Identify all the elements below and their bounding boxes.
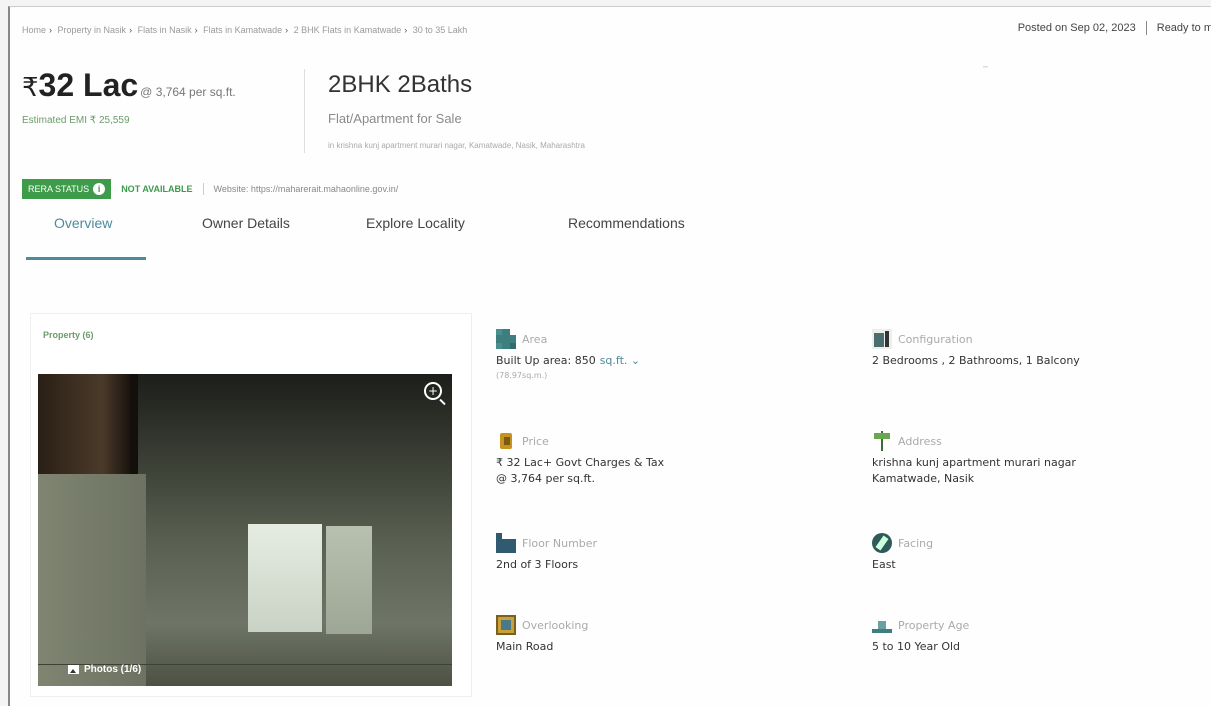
address-line-1: krishna kunj apartment murari nagar	[872, 456, 1076, 469]
rera-status-row: RERA STATUS i NOT AVAILABLE Website: htt…	[22, 179, 398, 199]
detail-value: Main Road	[496, 640, 554, 653]
breadcrumb-item[interactable]: Flats in Kamatwade	[203, 25, 282, 35]
detail-value: ₹ 32 Lac+ Govt Charges & Tax @ 3,764 per …	[496, 455, 664, 487]
floor-icon	[496, 533, 516, 553]
rera-divider	[202, 183, 204, 195]
price-per-sqft-detail: @ 3,764 per sq.ft.	[496, 472, 595, 485]
tab-recommendations[interactable]: Recommendations	[568, 215, 685, 231]
detail-floor: Floor Number 2nd of 3 Floors	[496, 533, 597, 573]
breadcrumb-item[interactable]: 2 BHK Flats in Kamatwade	[294, 25, 402, 35]
zoom-in-icon[interactable]: +	[424, 382, 442, 400]
breadcrumb: Home › Property in Nasik › Flats in Nasik ›…	[22, 25, 468, 35]
breadcrumb-item[interactable]: 30 to 35 Lakh	[413, 25, 468, 35]
detail-property-age: Property Age 5 to 10 Year Old	[872, 615, 969, 655]
detail-label: Property Age	[898, 618, 970, 632]
price-value: ₹32 Lac	[22, 67, 138, 103]
detail-label: Area	[522, 332, 548, 346]
compass-icon	[872, 533, 892, 553]
property-photo[interactable]: + Photos (1/6)	[38, 374, 452, 686]
detail-value: 2 Bedrooms , 2 Bathrooms, 1 Balcony	[872, 354, 1080, 367]
breadcrumb-item[interactable]: Property in Nasik	[58, 25, 127, 35]
detail-value: krishna kunj apartment murari nagar Kamat…	[872, 455, 1076, 487]
posted-date: Posted on Sep 02, 2023	[1017, 21, 1136, 34]
rera-label: RERA STATUS	[28, 184, 90, 194]
tab-overview[interactable]: Overview	[54, 215, 112, 231]
detail-label: Price	[522, 434, 549, 448]
price-amount: 32 Lac	[38, 67, 139, 103]
photos-count: Photos (1/6)	[84, 664, 142, 675]
photos-count-badge[interactable]: Photos (1/6)	[68, 664, 141, 675]
price-icon	[496, 431, 516, 451]
property-subtitle: Flat/Apartment for Sale	[328, 111, 462, 126]
photo-door	[38, 374, 130, 474]
breadcrumb-item[interactable]: Home	[22, 25, 46, 35]
header-divider	[304, 69, 305, 153]
detail-address: Address krishna kunj apartment murari na…	[872, 431, 1076, 487]
posted-info: Posted on Sep 02, 2023 Ready to m	[1018, 21, 1211, 35]
property-page: - Home › Property in Nasik › Flats in Nasi…	[8, 6, 1211, 706]
unit-selector[interactable]: sq.ft. ⌄	[600, 354, 640, 367]
photo-icon	[68, 665, 79, 674]
gallery-label: Property (6)	[43, 330, 94, 340]
address-line-2: Kamatwade, Nasik	[872, 472, 975, 485]
building-age-icon	[872, 615, 892, 635]
emi-estimate[interactable]: Estimated EMI ₹ 25,559	[22, 115, 130, 126]
configuration-icon	[872, 329, 892, 349]
chevron-down-icon: ⌄	[630, 354, 641, 367]
photo-doorjamb	[130, 374, 138, 474]
property-title: 2BHK 2Baths	[328, 71, 473, 98]
detail-value: East	[872, 558, 896, 571]
detail-price: Price ₹ 32 Lac+ Govt Charges & Tax @ 3,76…	[496, 431, 664, 487]
price-per-sqft: @ 3,764 per sq.ft.	[140, 85, 236, 99]
window-icon	[496, 615, 516, 635]
detail-subvalue: (78.97sq.m.)	[496, 371, 548, 380]
price-detail: ₹ 32 Lac+ Govt Charges & Tax	[496, 456, 665, 469]
detail-label: Overlooking	[522, 618, 589, 632]
rera-status-value: NOT AVAILABLE	[121, 184, 193, 194]
detail-label: Facing	[898, 536, 934, 550]
price-block: ₹32 Lac @ 3,764 per sq.ft.	[22, 67, 236, 104]
detail-facing: Facing East	[872, 533, 933, 573]
property-address-line: in krishna kunj apartment murari nagar, …	[328, 141, 586, 150]
info-icon[interactable]: i	[93, 183, 106, 195]
detail-label: Configuration	[898, 332, 973, 346]
detail-value: 5 to 10 Year Old	[872, 640, 961, 653]
address-icon	[872, 431, 892, 451]
rera-website[interactable]: Website: https://maharerait.mahaonline.g…	[214, 184, 399, 194]
ready-to-move: Ready to m	[1156, 21, 1211, 34]
detail-label: Address	[898, 434, 942, 448]
detail-value: Built Up area: 850 sq.ft. ⌄	[496, 353, 640, 369]
rera-status-badge: RERA STATUS i	[22, 179, 112, 199]
detail-value: 2nd of 3 Floors	[496, 558, 579, 571]
area-value: Built Up area: 850	[496, 354, 596, 367]
breadcrumb-item[interactable]: Flats in Nasik	[138, 25, 192, 35]
tab-explore-locality[interactable]: Explore Locality	[366, 215, 465, 231]
rupee-symbol: ₹	[22, 72, 39, 102]
unit-label: sq.ft.	[599, 354, 628, 367]
background-watermark: -	[982, 55, 990, 77]
detail-label: Floor Number	[522, 536, 598, 550]
photo-light-patch	[248, 524, 322, 632]
detail-overlooking: Overlooking Main Road	[496, 615, 588, 655]
photo-gallery: Property (6) + Photos (1/6)	[30, 313, 472, 697]
tab-owner-details[interactable]: Owner Details	[202, 215, 290, 231]
photo-wall	[38, 474, 146, 686]
detail-configuration: Configuration 2 Bedrooms , 2 Bathrooms, …	[872, 329, 1080, 369]
detail-area: Area Built Up area: 850 sq.ft. ⌄ (78.97sq…	[496, 329, 640, 380]
area-icon	[496, 329, 516, 349]
active-tab-indicator	[26, 257, 146, 260]
photo-light-patch	[326, 526, 372, 634]
